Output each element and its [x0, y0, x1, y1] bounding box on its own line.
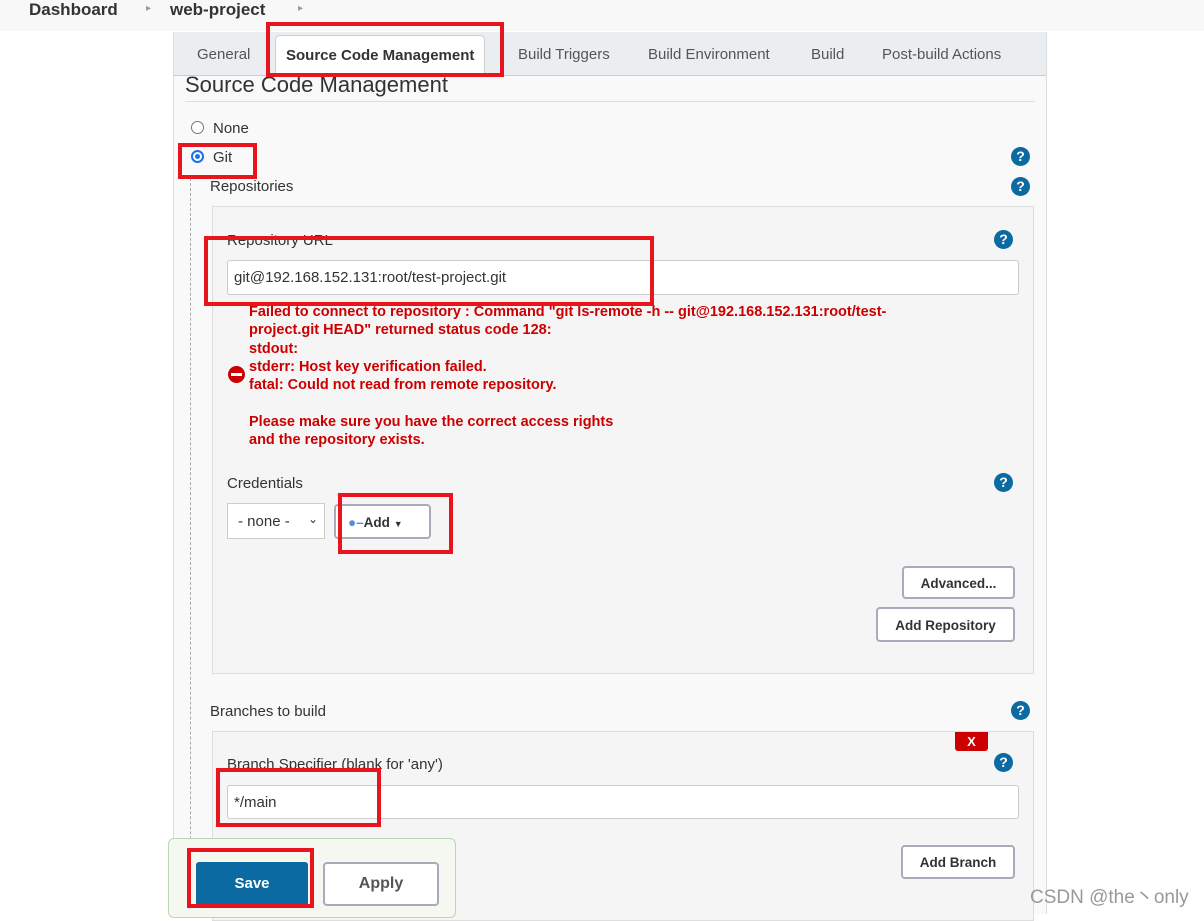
highlight-box [204, 236, 654, 306]
apply-button[interactable]: Apply [323, 862, 439, 906]
credentials-label: Credentials [227, 475, 303, 492]
radio-none-label: None [213, 120, 249, 137]
breadcrumb-separator-icon: ▸ [146, 3, 152, 14]
help-icon[interactable]: ? [1011, 147, 1030, 166]
help-icon[interactable]: ? [1011, 701, 1030, 720]
watermark: CSDN @the丶only [1030, 887, 1189, 908]
help-icon[interactable]: ? [994, 473, 1013, 492]
add-branch-button[interactable]: Add Branch [901, 845, 1015, 879]
repository-error-message: Failed to connect to repository : Comman… [249, 304, 887, 449]
radio-none[interactable] [191, 121, 204, 134]
tab-post-build-actions[interactable]: Post-build Actions [882, 46, 1001, 63]
delete-branch-button[interactable]: X [955, 732, 988, 751]
credentials-value: - none - [238, 513, 290, 530]
tab-general[interactable]: General [197, 46, 250, 63]
highlight-box [187, 848, 314, 908]
credentials-select[interactable]: - none - ⌄ [227, 503, 325, 539]
branches-label: Branches to build [210, 703, 326, 720]
breadcrumb-project[interactable]: web-project [170, 0, 265, 20]
tab-build-triggers[interactable]: Build Triggers [518, 46, 610, 63]
help-icon[interactable]: ? [994, 753, 1013, 772]
breadcrumb-separator-icon: ▸ [298, 3, 304, 14]
highlight-box [266, 22, 504, 77]
help-icon[interactable]: ? [1011, 177, 1030, 196]
highlight-box [178, 143, 257, 179]
highlight-box [338, 493, 453, 554]
tab-build[interactable]: Build [811, 46, 844, 63]
section-indent-line [190, 178, 191, 914]
breadcrumb-dashboard[interactable]: Dashboard [29, 0, 118, 20]
advanced-button[interactable]: Advanced... [902, 566, 1015, 599]
error-icon [228, 366, 245, 383]
repositories-label: Repositories [210, 178, 294, 195]
chevron-down-icon: ⌄ [307, 512, 318, 526]
divider [185, 101, 1035, 102]
highlight-box [216, 768, 381, 827]
add-repository-button[interactable]: Add Repository [876, 607, 1015, 642]
tab-build-environment[interactable]: Build Environment [648, 46, 770, 63]
help-icon[interactable]: ? [994, 230, 1013, 249]
